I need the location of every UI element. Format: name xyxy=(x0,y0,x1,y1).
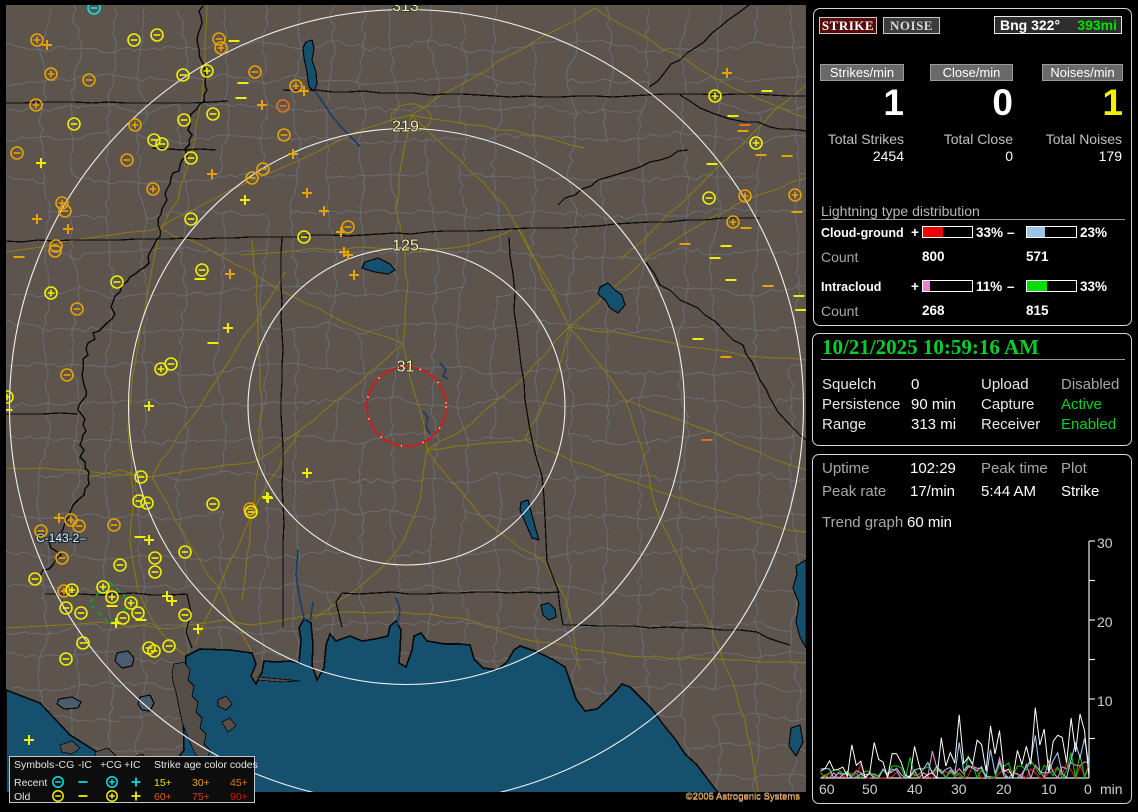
svg-text:313: 313 xyxy=(392,0,419,15)
svg-text:C-143-2–: C-143-2– xyxy=(36,531,86,545)
svg-text:219: 219 xyxy=(392,119,419,136)
svg-text:125: 125 xyxy=(392,238,419,255)
svg-text:31: 31 xyxy=(397,359,415,376)
